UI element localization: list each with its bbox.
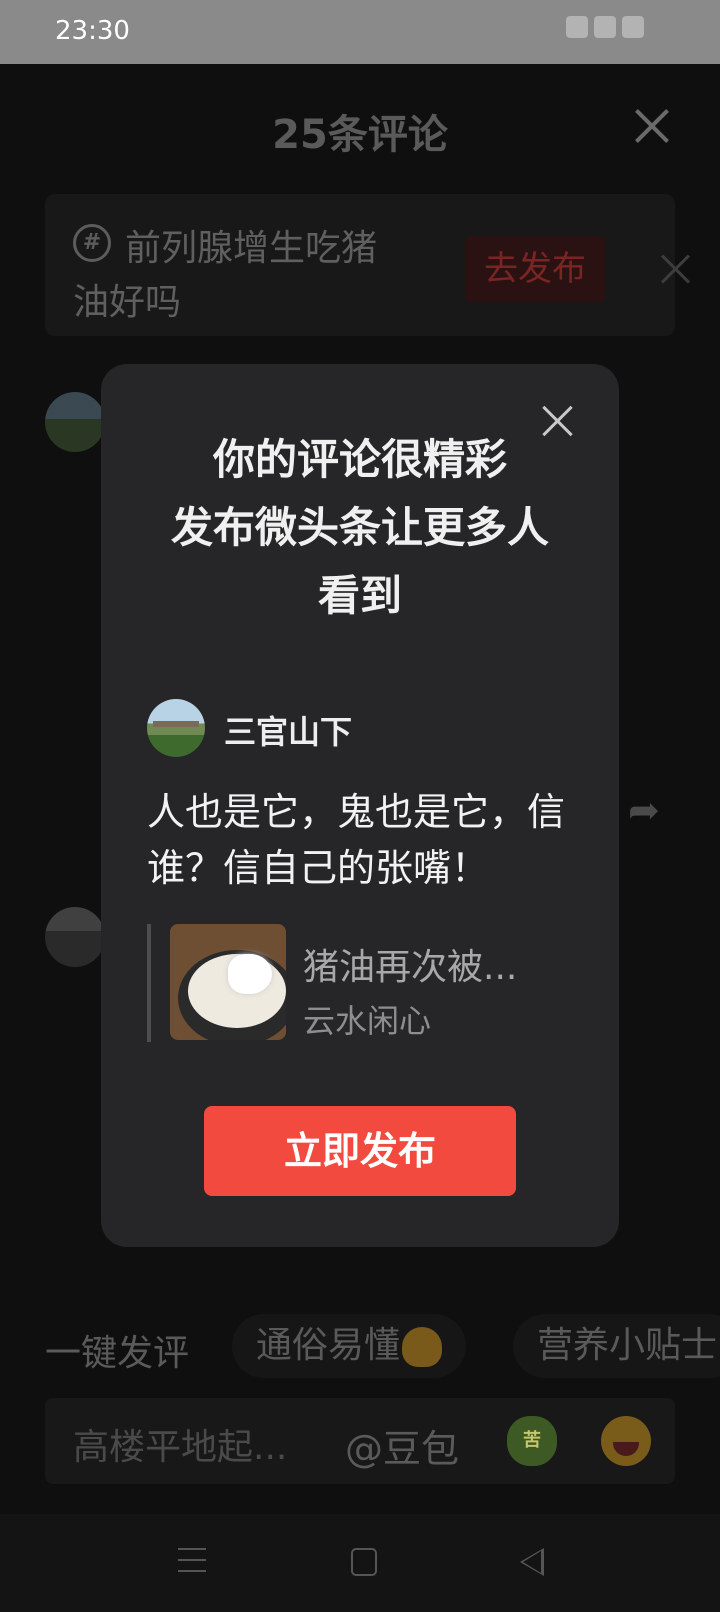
signal-icon (566, 16, 588, 38)
dialog-title-line: 看到 (317, 571, 402, 620)
close-icon[interactable] (632, 106, 672, 146)
article-title: 猪油再次被... (303, 947, 518, 988)
chip-label: 通俗易懂 (256, 1325, 401, 1366)
dismiss-icon[interactable] (659, 252, 693, 286)
quick-comment-label: 一键发评 (45, 1333, 190, 1374)
article-author: 云水闲心 (303, 1002, 432, 1040)
menu-icon[interactable] (178, 1548, 206, 1576)
comment-input-bar[interactable]: 高楼平地起... @豆包 苦 (45, 1398, 675, 1484)
hand-emoji-icon (402, 1327, 443, 1367)
avatar (147, 699, 205, 757)
status-time: 23:30 (55, 16, 130, 46)
battery-icon (622, 16, 644, 38)
avatar[interactable] (45, 392, 105, 452)
topic-prompt-card: # 前列腺增生吃猪油好吗 去发布 (45, 194, 675, 336)
dialog-title: 你的评论很精彩 发布微头条让更多人 看到 (121, 426, 599, 630)
publish-dialog: 你的评论很精彩 发布微头条让更多人 看到 三官山下 人也是它，鬼也是它，信谁？信… (101, 364, 619, 1247)
comment-text: 人也是它，鬼也是它，信谁？信自己的张嘴！ (147, 790, 566, 890)
status-icons (560, 16, 680, 46)
dialog-title-line: 发布微头条让更多人 (170, 503, 549, 552)
publish-now-button[interactable]: 立即发布 (204, 1106, 516, 1196)
topic-publish-button[interactable]: 去发布 (465, 236, 605, 302)
dialog-title-line: 你的评论很精彩 (212, 435, 507, 484)
author-name: 三官山下 (224, 713, 353, 751)
comment-count-title: 25条评论 (272, 112, 448, 158)
quick-comment-row: 一键发评 通俗易懂 营养小贴士 (0, 1314, 720, 1384)
article-thumbnail (170, 924, 286, 1040)
back-icon[interactable] (520, 1548, 544, 1576)
bitter-emoji-icon[interactable]: 苦 (507, 1416, 557, 1466)
laughing-emoji-icon[interactable] (601, 1416, 651, 1466)
comment-input-placeholder[interactable]: 高楼平地起... (73, 1418, 287, 1470)
share-icon[interactable]: ➦ (628, 788, 674, 832)
status-bar: 23:30 (0, 0, 720, 64)
quote-divider (147, 924, 151, 1042)
quick-comment-chip[interactable]: 通俗易懂 (232, 1314, 467, 1378)
quick-comment-chip[interactable]: 营养小贴士 (513, 1314, 720, 1378)
topic-prompt-text: 前列腺增生吃猪油好吗 (73, 228, 378, 323)
system-nav-bar (0, 1514, 720, 1612)
quoted-article[interactable]: 猪油再次被... 云水闲心 (147, 924, 577, 1042)
wifi-icon (594, 16, 616, 38)
mention-doubao-button[interactable]: @豆包 (345, 1418, 459, 1473)
chip-label: 营养小贴士 (537, 1325, 718, 1366)
avatar[interactable] (45, 907, 105, 967)
home-icon[interactable] (351, 1548, 377, 1576)
